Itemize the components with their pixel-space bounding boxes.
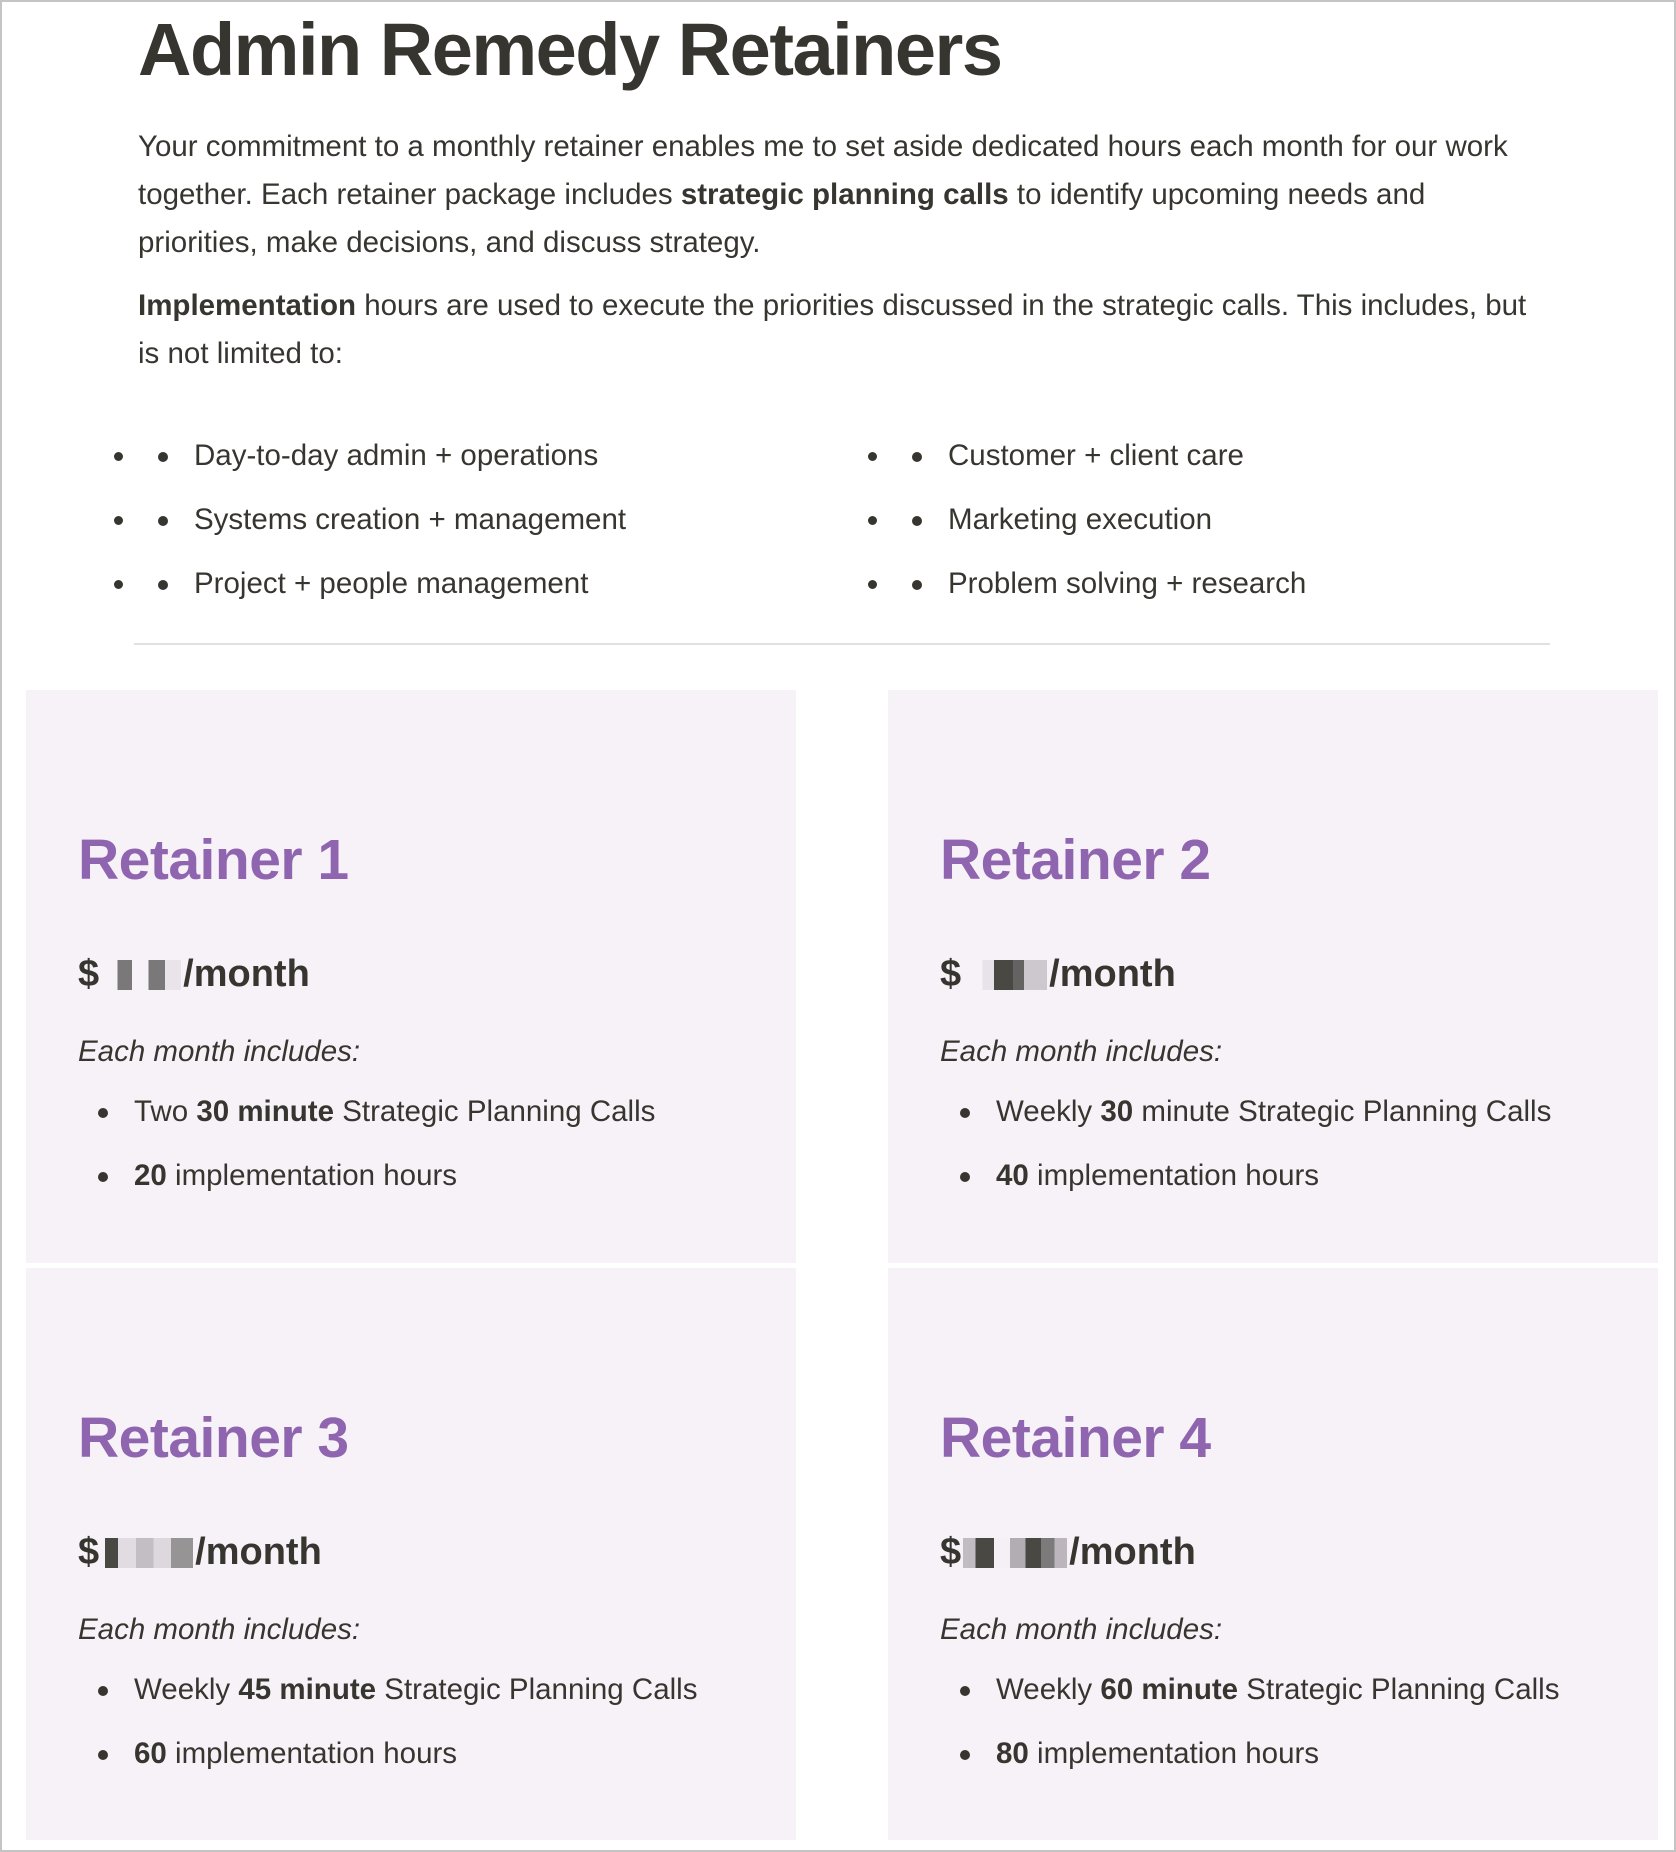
- feature-calls: Weekly 30 minute Strategic Planning Call…: [940, 1080, 1551, 1144]
- intro-bold-strategic-calls: strategic planning calls: [680, 178, 1009, 211]
- services-list: Day-to-day admin + operations Customer +…: [138, 424, 1552, 616]
- includes-label: Each month includes:: [78, 1613, 361, 1646]
- service-item: Systems creation + management: [138, 488, 892, 552]
- feature-calls: Weekly 60 minute Strategic Planning Call…: [940, 1658, 1559, 1722]
- divider: [134, 643, 1550, 645]
- calls-prefix: Weekly: [996, 1673, 1101, 1706]
- service-item: Customer + client care: [892, 424, 1552, 488]
- hours-count: 80: [996, 1737, 1029, 1770]
- redacted-price: [105, 1537, 194, 1568]
- calls-suffix: minute Strategic Planning Calls: [1133, 1095, 1552, 1128]
- retainer-price: $ /month: [940, 1530, 1196, 1576]
- page-title: Admin Remedy Retainers: [138, 8, 1003, 91]
- calls-suffix: Strategic Planning Calls: [334, 1095, 656, 1128]
- service-item: Day-to-day admin + operations: [138, 424, 892, 488]
- retainer-title: Retainer 3: [78, 1406, 349, 1470]
- feature-hours: 60 implementation hours: [78, 1722, 697, 1786]
- retainer-price: $ /month: [78, 1530, 322, 1576]
- hours-suffix: implementation hours: [166, 1159, 458, 1192]
- calls-suffix: Strategic Planning Calls: [1238, 1673, 1560, 1706]
- price-period: /month: [195, 1531, 322, 1573]
- retainer-price: $ /month: [940, 952, 1176, 998]
- retainer-card-2: Retainer 2 $ /month Each month includes:…: [888, 690, 1658, 1263]
- retainer-card-4: Retainer 4 $ /month Each month includes:…: [888, 1268, 1658, 1840]
- hours-suffix: implementation hours: [166, 1737, 458, 1770]
- hours-count: 40: [996, 1159, 1029, 1192]
- includes-label: Each month includes:: [940, 1035, 1223, 1068]
- calls-duration: 60 minute: [1100, 1673, 1239, 1706]
- service-item: Problem solving + research: [892, 552, 1552, 616]
- implementation-bold: Implementation: [138, 289, 356, 322]
- retainer-title: Retainer 1: [78, 828, 349, 892]
- retainer-features: Weekly 60 minute Strategic Planning Call…: [940, 1658, 1559, 1786]
- calls-suffix: Strategic Planning Calls: [376, 1673, 698, 1706]
- price-period: /month: [183, 953, 310, 995]
- calls-duration: 30: [1100, 1095, 1134, 1128]
- retainer-card-3: Retainer 3 $ /month Each month includes:…: [26, 1268, 796, 1840]
- hours-suffix: implementation hours: [1028, 1737, 1320, 1770]
- implementation-paragraph: Implementation hours are used to execute…: [138, 282, 1548, 378]
- currency-symbol: $: [78, 1531, 100, 1573]
- feature-hours: 40 implementation hours: [940, 1144, 1551, 1208]
- retainer-features: Two 30 minute Strategic Planning Calls 2…: [78, 1080, 655, 1208]
- redacted-price: [963, 1537, 1068, 1568]
- currency-symbol: $: [940, 953, 962, 995]
- hours-count: 20: [134, 1159, 167, 1192]
- calls-duration: 30 minute: [196, 1095, 335, 1128]
- calls-duration: 45 minute: [238, 1673, 377, 1706]
- retainer-price: $ /month: [78, 952, 310, 998]
- price-period: /month: [1049, 953, 1176, 995]
- retainer-title: Retainer 2: [940, 828, 1211, 892]
- feature-calls: Two 30 minute Strategic Planning Calls: [78, 1080, 655, 1144]
- retainer-title: Retainer 4: [940, 1406, 1211, 1470]
- calls-prefix: Weekly: [996, 1095, 1101, 1128]
- redacted-price: [109, 959, 182, 990]
- hours-count: 60: [134, 1737, 167, 1770]
- service-item: Project + people management: [138, 552, 892, 616]
- currency-symbol: $: [78, 953, 100, 995]
- retainer-features: Weekly 45 minute Strategic Planning Call…: [78, 1658, 697, 1786]
- retainer-card-1: Retainer 1 $ /month Each month includes:…: [26, 690, 796, 1263]
- redacted-price: [971, 959, 1048, 990]
- feature-hours: 20 implementation hours: [78, 1144, 655, 1208]
- currency-symbol: $: [940, 1531, 962, 1573]
- includes-label: Each month includes:: [78, 1035, 361, 1068]
- retainer-features: Weekly 30 minute Strategic Planning Call…: [940, 1080, 1551, 1208]
- calls-prefix: Weekly: [134, 1673, 239, 1706]
- feature-calls: Weekly 45 minute Strategic Planning Call…: [78, 1658, 697, 1722]
- service-item: Marketing execution: [892, 488, 1552, 552]
- calls-prefix: Two: [134, 1095, 197, 1128]
- feature-hours: 80 implementation hours: [940, 1722, 1559, 1786]
- intro-paragraph: Your commitment to a monthly retainer en…: [138, 123, 1548, 267]
- price-period: /month: [1069, 1531, 1196, 1573]
- includes-label: Each month includes:: [940, 1613, 1223, 1646]
- hours-suffix: implementation hours: [1028, 1159, 1320, 1192]
